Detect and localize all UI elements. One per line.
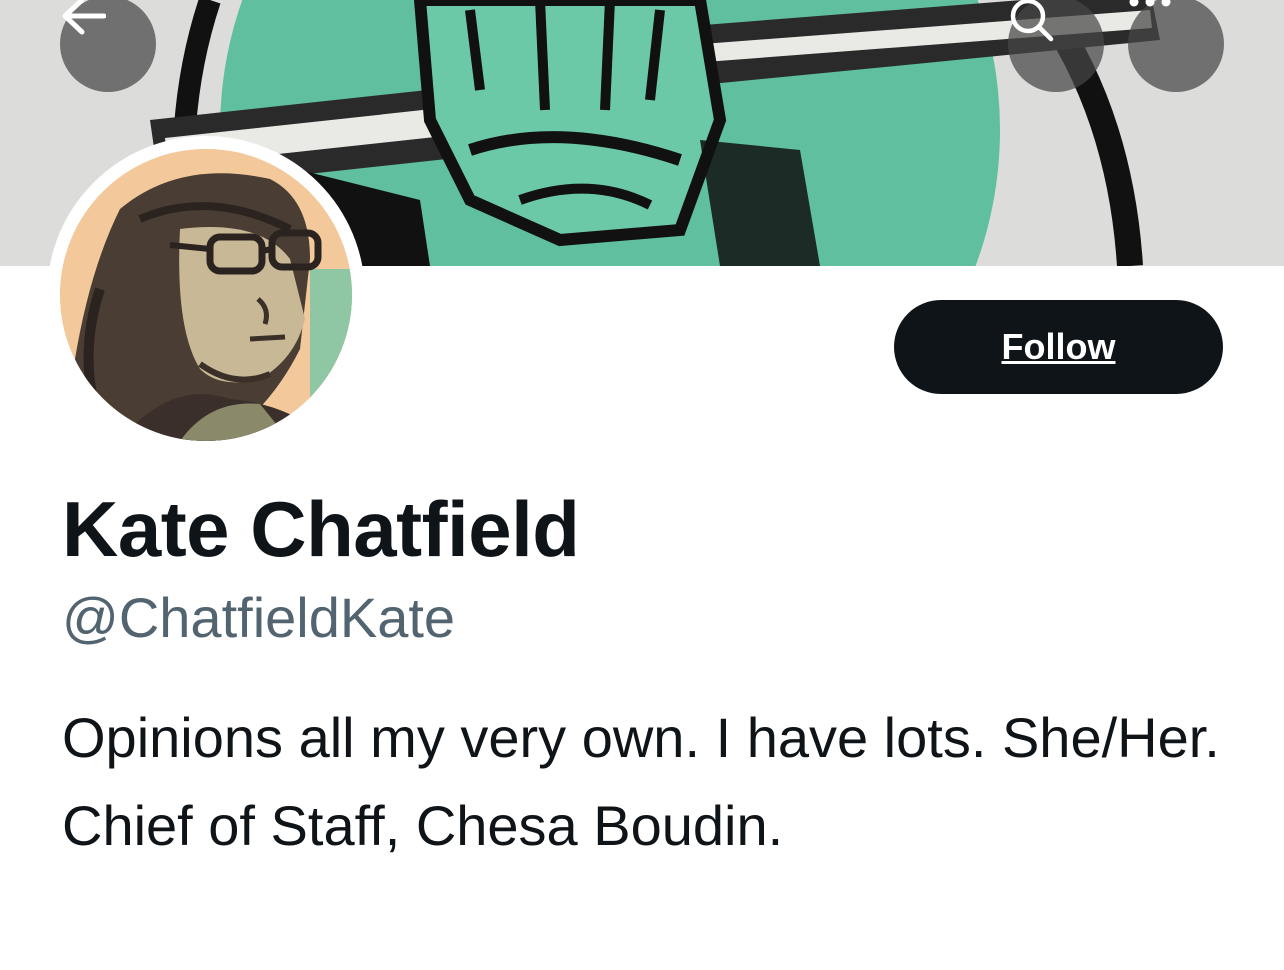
profile-bio: Opinions all my very own. I have lots. S… [62,706,1220,857]
back-button[interactable] [60,0,156,92]
avatar-frame[interactable] [47,136,365,454]
profile-handle: @ChatfieldKate [62,586,456,649]
search-button[interactable] [1008,0,1104,92]
search-icon [1010,0,1054,42]
follow-button[interactable]: Follow [894,300,1223,394]
more-options-button[interactable] [1128,0,1224,92]
profile-display-name: Kate Chatfield [62,485,580,573]
arrow-left-icon [62,0,106,35]
more-horizontal-icon [1129,0,1171,7]
avatar-illustration [60,149,352,441]
avatar[interactable] [60,149,352,441]
